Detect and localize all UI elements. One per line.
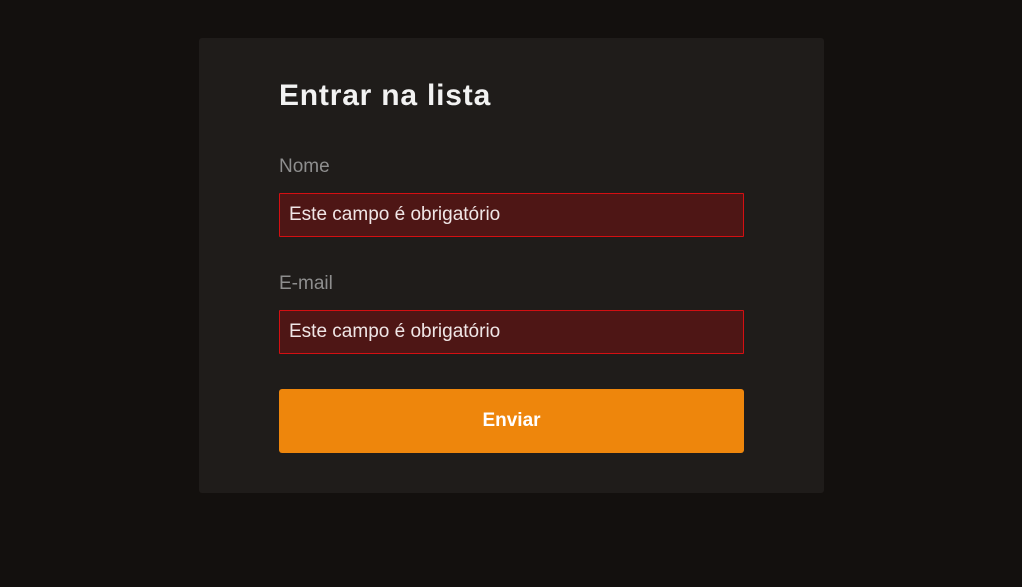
email-input[interactable] [279, 310, 744, 354]
signup-card: Entrar na lista Nome E-mail Enviar [199, 38, 824, 493]
submit-button[interactable]: Enviar [279, 389, 744, 453]
name-label: Nome [279, 156, 330, 177]
name-input[interactable] [279, 193, 744, 237]
email-label: E-mail [279, 273, 333, 294]
form-title: Entrar na lista [279, 79, 492, 112]
